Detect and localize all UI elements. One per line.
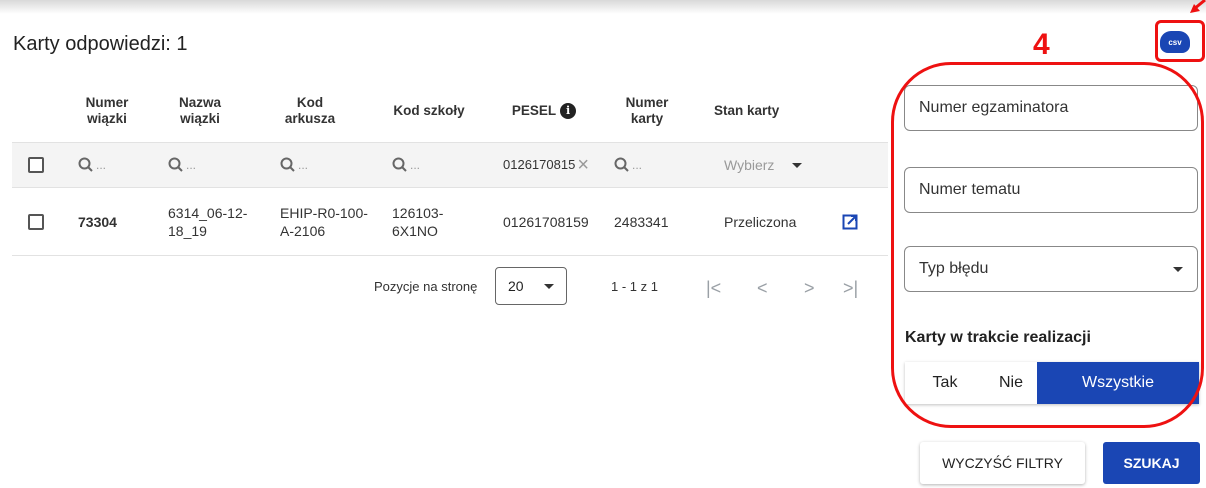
clear-icon[interactable]: × [577,155,589,175]
cell-numer-wiazki: 73304 [78,213,117,230]
column-header-numer-karty[interactable]: Numer karty [612,80,682,142]
row-checkbox-cell [28,188,44,255]
filter-numer-karty[interactable]: ... [614,143,642,187]
annotation-box [1155,20,1205,62]
search-button[interactable]: SZUKAJ [1103,442,1200,484]
filter-placeholder: ... [298,158,309,172]
column-header-kod-szkoly[interactable]: Kod szkoły [384,80,474,142]
filter-placeholder: ... [186,158,197,172]
error-type-select[interactable]: Typ błędu [904,246,1198,292]
column-header-numer-wiazki[interactable]: Numer wiązki [72,80,142,142]
cell-pesel: 01261708159 [503,213,589,230]
error-type-label: Typ błędu [919,260,989,277]
cell-nazwa-wiazki: 6314_06-12-18_19 [168,204,248,239]
first-page-icon[interactable]: |< [706,278,721,299]
next-page-icon[interactable]: > [804,278,815,299]
cell-kod-arkusza: EHIP-R0-100-A-2106 [280,204,368,239]
cell-numer-karty: 2483341 [614,213,669,230]
search-icon [168,157,183,172]
annotation-arrow-icon [1190,0,1206,13]
filter-placeholder: ... [96,158,107,172]
filter-stan-karty[interactable]: Wybierz [724,143,802,187]
column-header-stan-karty[interactable]: Stan karty [714,80,814,142]
examiner-number-field[interactable]: Numer egzaminatora [904,85,1198,131]
open-in-new-icon[interactable] [842,188,858,255]
filter-placeholder: ... [410,158,421,172]
page-range: 1 - 1 z 1 [611,278,658,294]
filter-placeholder: ... [632,158,643,172]
search-icon [78,157,93,172]
in-progress-title: Karty w trakcie realizacji [905,329,1091,346]
column-header-kod-arkusza[interactable]: Kod arkusza [270,80,350,142]
select-all-checkbox[interactable] [28,157,44,173]
filter-kod-szkoly[interactable]: ... [392,143,420,187]
filter-numer-wiazki[interactable]: ... [78,143,106,187]
filter-pesel[interactable]: 0126170815 × [503,143,589,187]
search-icon [280,157,295,172]
last-page-icon[interactable]: >| [843,278,858,299]
column-header-pesel[interactable]: PESEL i [494,80,594,142]
page-size-select[interactable]: 20 [495,267,567,305]
in-progress-toggle: Tak Nie Wszystkie [905,362,1199,404]
filter-kod-arkusza[interactable]: ... [280,143,308,187]
info-icon[interactable]: i [560,103,577,119]
top-shadow [0,0,1206,14]
examiner-number-label: Numer egzaminatora [919,99,1069,116]
topic-number-label: Numer tematu [919,181,1021,198]
row-checkbox[interactable] [28,213,44,230]
page-size-value: 20 [508,278,524,294]
state-select-placeholder: Wybierz [724,157,775,173]
chevron-down-icon [544,283,554,289]
chevron-down-icon [792,162,802,168]
filter-nazwa-wiazki[interactable]: ... [168,143,196,187]
topic-number-field[interactable]: Numer tematu [904,167,1198,213]
pesel-filter-value: 0126170815 [503,157,576,172]
table-header: Numer wiązki Nazwa wiązki Kod arkusza Kod s… [12,80,888,142]
page-size-label: Pozycje na stronę [374,278,478,294]
table-row[interactable]: 73304 6314_06-12-18_19 EHIP-R0-100-A-210… [12,188,888,256]
cell-kod-szkoly: 126103-6X1NO [392,204,444,239]
search-icon [392,157,407,172]
page-title: Karty odpowiedzi: 1 [13,33,188,55]
prev-page-icon[interactable]: < [757,278,768,299]
clear-filters-button[interactable]: WYCZYŚĆ FILTRY [920,442,1085,484]
column-header-nazwa-wiazki[interactable]: Nazwa wiązki [160,80,240,142]
toggle-option-wszystkie[interactable]: Wszystkie [1037,362,1199,404]
toggle-option-tak[interactable]: Tak [905,362,985,404]
filter-row: ... ... ... ... 0126170815 × ... Wybierz [12,142,888,188]
chevron-down-icon [1173,266,1183,272]
toggle-option-nie[interactable]: Nie [985,362,1037,404]
cell-stan-karty: Przeliczona [724,213,797,230]
pesel-header-label: PESEL [511,103,557,118]
select-all-checkbox-cell [28,143,44,187]
search-icon [614,157,629,172]
annotation-number: 4 [1033,28,1050,61]
